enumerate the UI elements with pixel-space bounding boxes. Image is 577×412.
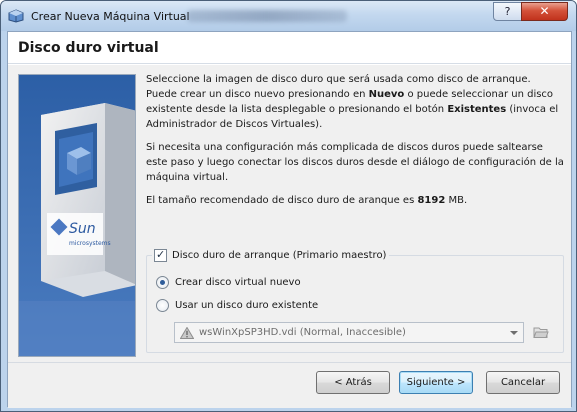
use-existing-disk-option[interactable]: Usar un disco duro existente <box>156 299 318 312</box>
window-title: Crear Nueva Máquina Virtual <box>31 10 190 23</box>
boot-disk-checkbox[interactable] <box>154 248 167 262</box>
obscured-title-suffix <box>187 10 347 22</box>
existing-disk-value: wsWinXpSP3HD.vdi (Normal, Inaccesible) <box>199 327 406 338</box>
back-button[interactable]: < Atrás <box>316 371 390 394</box>
cancel-button[interactable]: Cancelar <box>486 371 560 394</box>
virtualbox-icon <box>8 9 24 23</box>
close-button[interactable]: ✕ <box>521 2 568 21</box>
boot-disk-checkbox-row[interactable]: Disco duro de arranque (Primario maestro… <box>152 248 390 262</box>
help-button[interactable]: ? <box>493 2 522 21</box>
description-paragraph-1: Seleccione la imagen de disco duro que s… <box>146 74 559 130</box>
warning-icon <box>180 326 194 339</box>
virtualbox-side-image: Sun microsystems <box>18 74 136 357</box>
wizard-header: Disco duro virtual <box>8 32 571 64</box>
wizard-body: Sun microsystems Seleccione la imagen de… <box>8 65 571 408</box>
description-text: Seleccione la imagen de disco duro que s… <box>146 72 564 216</box>
brand-text: Sun <box>69 221 96 237</box>
recommended-size-text: El tamaño recomendado de disco duro de a… <box>146 195 468 206</box>
brand-subtext: microsystems <box>69 240 111 247</box>
use-existing-disk-radio[interactable] <box>156 299 169 312</box>
chevron-down-icon[interactable] <box>505 323 523 342</box>
footer-divider <box>8 362 571 363</box>
existing-disk-select[interactable]: wsWinXpSP3HD.vdi (Normal, Inaccesible) <box>174 322 524 343</box>
sun-computer-illustration: Sun microsystems <box>19 75 135 356</box>
folder-open-icon <box>533 327 549 338</box>
wizard-window: Crear Nueva Máquina Virtual ? ✕ Disco du… <box>0 0 577 412</box>
use-existing-disk-label: Usar un disco duro existente <box>175 300 319 311</box>
boot-disk-label: Disco duro de arranque (Primario maestro… <box>172 250 387 261</box>
create-new-disk-radio[interactable] <box>156 276 169 289</box>
wizard-client-area: Disco duro virtual Sun microsystems Sele… <box>7 31 572 408</box>
create-new-disk-option[interactable]: Crear disco virtual nuevo <box>156 276 301 289</box>
title-bar[interactable]: Crear Nueva Máquina Virtual ? ✕ <box>1 1 576 31</box>
description-paragraph-2: Si necesita una configuración más compli… <box>146 142 564 183</box>
create-new-disk-label: Crear disco virtual nuevo <box>175 277 301 288</box>
page-title: Disco duro virtual <box>18 40 159 56</box>
choose-disk-button[interactable] <box>530 322 552 343</box>
next-button[interactable]: Siguiente > <box>399 371 473 394</box>
